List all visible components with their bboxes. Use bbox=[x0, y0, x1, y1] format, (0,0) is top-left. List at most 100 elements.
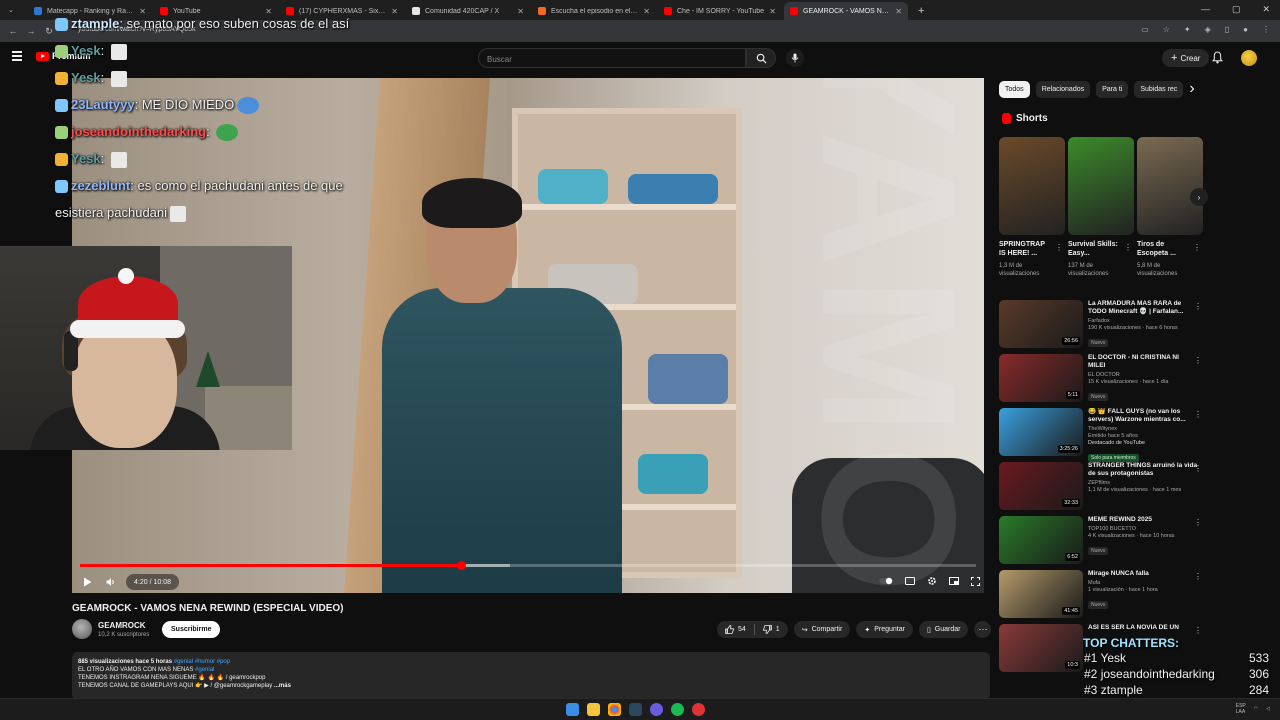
profile-icon[interactable]: ● bbox=[1243, 25, 1248, 34]
chip-relacionados[interactable]: Relacionados bbox=[1035, 80, 1091, 98]
sidebar-icon[interactable]: ▯ bbox=[1225, 25, 1229, 34]
short-card[interactable]: Tiros de Escopeta ... 5,8 M de visualizac… bbox=[1137, 137, 1203, 278]
like-button[interactable]: 54 bbox=[717, 621, 754, 638]
wifi-icon[interactable]: ◠ bbox=[1254, 706, 1258, 712]
chip-subidas-rec[interactable]: Subidas rec bbox=[1134, 80, 1184, 98]
tab-close-icon[interactable]: ✕ bbox=[643, 7, 650, 16]
video-title[interactable]: La ARMADURA MAS RARA de TODO Minecraft 💀… bbox=[1088, 300, 1198, 316]
spotify-icon[interactable] bbox=[671, 703, 684, 716]
fullscreen-button[interactable] bbox=[971, 573, 980, 589]
short-title[interactable]: SPRINGTRAP IS HERE! ... bbox=[999, 240, 1053, 260]
short-thumbnail[interactable] bbox=[999, 137, 1065, 235]
short-thumbnail[interactable] bbox=[1137, 137, 1203, 235]
close-window-icon[interactable]: ✕ bbox=[1262, 4, 1270, 15]
search-button[interactable] bbox=[746, 48, 776, 68]
video-thumbnail[interactable]: 10:3 bbox=[999, 624, 1083, 672]
voice-search-button[interactable] bbox=[786, 49, 804, 67]
tab-close-icon[interactable]: ✕ bbox=[517, 7, 524, 16]
chip-para-ti[interactable]: Para ti bbox=[1096, 80, 1129, 98]
channel-name[interactable]: TOP100 BUCETTO bbox=[1088, 526, 1198, 532]
browser-tab[interactable]: Escucha el episodio en el du ✕ bbox=[532, 2, 656, 20]
shorts-next-button[interactable]: › bbox=[1190, 188, 1208, 206]
discord-icon[interactable] bbox=[650, 703, 663, 716]
video-title[interactable]: MEME REWIND 2025 bbox=[1088, 516, 1198, 524]
channel-avatar[interactable] bbox=[72, 619, 92, 639]
subtitles-button[interactable] bbox=[905, 573, 915, 589]
search-input[interactable] bbox=[479, 50, 745, 69]
tab-close-icon[interactable]: ✕ bbox=[769, 7, 776, 16]
more-vert-icon[interactable]: ⋮ bbox=[1194, 302, 1202, 311]
create-button[interactable]: + Crear bbox=[1162, 49, 1210, 67]
chip-todos[interactable]: Todos bbox=[999, 80, 1030, 98]
description-tags[interactable]: #genial #humor #pop bbox=[174, 659, 230, 665]
channel-name[interactable]: Mufa bbox=[1088, 580, 1198, 586]
channel-name[interactable]: TheWitynex bbox=[1088, 426, 1198, 432]
more-vert-icon[interactable]: ⋮ bbox=[1124, 243, 1132, 252]
video-title[interactable]: Mirage NUNCA falla bbox=[1088, 570, 1198, 578]
show-more-link[interactable]: ...más bbox=[274, 683, 291, 689]
speaker-icon[interactable]: ◁ bbox=[1266, 706, 1270, 712]
more-actions-button[interactable]: ⋯ bbox=[974, 621, 992, 638]
browser-tab[interactable]: GEAMROCK - VAMOS NENA RE ✕ bbox=[784, 2, 908, 20]
more-vert-icon[interactable]: ⋮ bbox=[1194, 464, 1202, 473]
channel-name[interactable]: ZEPfilms bbox=[1088, 480, 1198, 486]
more-vert-icon[interactable]: ⋮ bbox=[1193, 243, 1201, 252]
steam-icon[interactable] bbox=[629, 703, 642, 716]
volume-button[interactable] bbox=[102, 574, 120, 590]
autoplay-toggle[interactable] bbox=[879, 573, 893, 589]
description-box[interactable]: 885 visualizaciones hace 5 horas #genial… bbox=[72, 652, 990, 700]
recommended-video[interactable]: 41:45 Mirage NUNCA falla Mufa 1 visualizaci… bbox=[999, 570, 1202, 624]
recommended-video[interactable]: 5:11 EL DOCTOR - NI CRISTINA NI MILEI EL D… bbox=[999, 354, 1202, 408]
browser-menu-icon[interactable]: ⋮ bbox=[1262, 25, 1270, 34]
video-thumbnail[interactable]: 3:25:26 bbox=[999, 408, 1083, 456]
recommended-video[interactable]: 26:56 La ARMADURA MAS RARA de TODO Minecr… bbox=[999, 300, 1202, 354]
video-title[interactable]: 😂 👑 FALL GUYS (no van los servers) Warzo… bbox=[1088, 408, 1198, 424]
windows-start-icon[interactable] bbox=[566, 703, 579, 716]
account-avatar[interactable] bbox=[1241, 50, 1257, 66]
settings-button[interactable] bbox=[927, 573, 937, 589]
chips-next-icon[interactable]: › bbox=[1189, 80, 1194, 98]
play-button[interactable] bbox=[72, 574, 102, 590]
share-button[interactable]: ↪ Compartir bbox=[793, 621, 851, 638]
short-title[interactable]: Survival Skills: Easy... bbox=[1068, 240, 1122, 260]
short-title[interactable]: Tiros de Escopeta ... bbox=[1137, 240, 1191, 260]
tab-search-icon[interactable]: ⌄ bbox=[8, 6, 14, 14]
video-thumbnail[interactable]: 26:56 bbox=[999, 300, 1083, 348]
video-thumbnail[interactable]: 5:11 bbox=[999, 354, 1083, 402]
new-tab-button[interactable]: + bbox=[910, 5, 924, 20]
channel-name[interactable]: Farfadox bbox=[1088, 318, 1198, 324]
subscribe-button[interactable]: Suscribirme bbox=[162, 621, 221, 638]
recommended-video[interactable]: 6:52 MEME REWIND 2025 TOP100 BUCETTO 4 K vi… bbox=[999, 516, 1202, 570]
app-icon[interactable] bbox=[692, 703, 705, 716]
chrome-icon[interactable] bbox=[608, 703, 621, 716]
more-vert-icon[interactable]: ⋮ bbox=[1055, 243, 1063, 252]
menu-icon[interactable] bbox=[12, 51, 22, 61]
scrubber-handle[interactable] bbox=[456, 561, 466, 570]
maximize-icon[interactable]: ▢ bbox=[1232, 4, 1241, 15]
tab-close-icon[interactable]: ✕ bbox=[895, 7, 902, 16]
more-vert-icon[interactable]: ⋮ bbox=[1194, 518, 1202, 527]
video-title[interactable]: STRANGER THINGS arruinó la vida de sus p… bbox=[1088, 462, 1198, 478]
video-thumbnail[interactable]: 41:45 bbox=[999, 570, 1083, 618]
puzzle-icon[interactable]: ◈ bbox=[1205, 25, 1211, 34]
recommended-video[interactable]: 32:33 STRANGER THINGS arruinó la vida de … bbox=[999, 462, 1202, 516]
minimize-icon[interactable]: — bbox=[1201, 4, 1210, 15]
notifications-bell-icon[interactable] bbox=[1212, 51, 1223, 64]
short-thumbnail[interactable] bbox=[1068, 137, 1134, 235]
tab-close-icon[interactable]: ✕ bbox=[391, 7, 398, 16]
miniplayer-button[interactable] bbox=[949, 573, 959, 589]
browser-tab[interactable]: Che - IM SORRY - YouTube ✕ bbox=[658, 2, 782, 20]
forward-icon[interactable]: → bbox=[22, 26, 40, 36]
more-vert-icon[interactable]: ⋮ bbox=[1194, 572, 1202, 581]
progress-bar[interactable] bbox=[80, 561, 976, 570]
back-icon[interactable]: ← bbox=[4, 26, 22, 36]
short-card[interactable]: SPRINGTRAP IS HERE! ... 1,3 M de visualiz… bbox=[999, 137, 1065, 278]
channel-name[interactable]: GEAMROCK bbox=[98, 621, 146, 630]
file-explorer-icon[interactable] bbox=[587, 703, 600, 716]
more-vert-icon[interactable]: ⋮ bbox=[1194, 626, 1202, 635]
video-thumbnail[interactable]: 6:52 bbox=[999, 516, 1083, 564]
language-indicator[interactable]: ESP LAA bbox=[1236, 703, 1246, 715]
video-thumbnail[interactable]: 32:33 bbox=[999, 462, 1083, 510]
extension-icon[interactable]: ✦ bbox=[1184, 25, 1191, 34]
description-tag[interactable]: #genial bbox=[195, 667, 214, 673]
